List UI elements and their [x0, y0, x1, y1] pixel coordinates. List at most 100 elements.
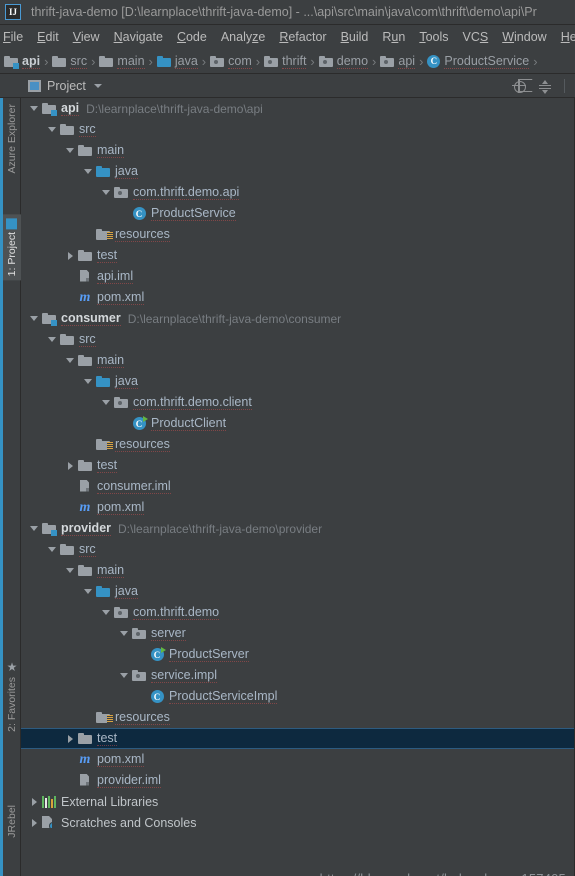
collapse-all-icon[interactable]	[538, 79, 552, 94]
breadcrumb-item-api[interactable]: api	[380, 54, 416, 69]
chevron-down-icon[interactable]	[63, 350, 77, 371]
chevron-down-icon[interactable]	[117, 665, 131, 686]
tree-row[interactable]: test	[21, 245, 574, 266]
chevron-down-icon[interactable]	[99, 602, 113, 623]
menu-edit[interactable]: Edit	[30, 28, 66, 46]
menu-navigate[interactable]: Navigate	[107, 28, 170, 46]
tree-row[interactable]: com.thrift.demo.api	[21, 182, 574, 203]
breadcrumb-item-java[interactable]: java	[156, 54, 198, 69]
stripe-button-1-project[interactable]: 1: Project	[3, 214, 21, 281]
tree-row[interactable]: C ProductService	[21, 203, 574, 224]
chevron-down-icon[interactable]	[45, 539, 59, 560]
chevron-down-icon[interactable]	[63, 140, 77, 161]
tree-row-label: service.impl	[151, 668, 217, 683]
chevron-down-icon[interactable]	[27, 308, 41, 329]
tree-row[interactable]: resources	[21, 434, 574, 455]
menu-refactor[interactable]: Refactor	[272, 28, 333, 46]
folder-icon	[99, 55, 114, 67]
breadcrumb-item-main[interactable]: main	[99, 53, 145, 69]
tree-row[interactable]: resources	[21, 224, 574, 245]
chevron-down-icon[interactable]	[45, 119, 59, 140]
chevron-right-icon[interactable]	[27, 812, 41, 833]
tree-row[interactable]: com.thrift.demo	[21, 602, 574, 623]
project-stripe-icon	[6, 218, 18, 230]
breadcrumb-item-productservice[interactable]: C ProductService	[427, 54, 530, 69]
menu-tools[interactable]: Tools	[412, 28, 455, 46]
breadcrumb-label: main	[117, 53, 145, 69]
chevron-right-icon[interactable]	[27, 791, 41, 812]
tree-row[interactable]: provider D:\learnplace\thrift-java-demo\p…	[21, 518, 574, 539]
tree-arrow-placeholder	[135, 644, 149, 665]
menu-window[interactable]: Window	[495, 28, 553, 46]
chevron-down-icon[interactable]	[99, 392, 113, 413]
tree-row[interactable]: Scratches and Consoles	[21, 812, 574, 833]
tree-row-path: D:\learnplace\thrift-java-demo\consumer	[127, 311, 342, 326]
tree-arrow-placeholder	[63, 749, 77, 770]
tree-row[interactable]: provider.iml	[21, 770, 574, 791]
menu-run[interactable]: Run	[375, 28, 412, 46]
tree-row[interactable]: External Libraries	[21, 791, 574, 812]
breadcrumb-item-demo[interactable]: demo	[318, 54, 369, 69]
chevron-down-icon[interactable]	[81, 371, 95, 392]
chevron-down-icon[interactable]	[63, 560, 77, 581]
tree-row[interactable]: main	[21, 140, 574, 161]
tree-row[interactable]: src	[21, 119, 574, 140]
tree-row[interactable]: C ProductServer	[21, 644, 574, 665]
external-libraries-icon	[42, 795, 56, 808]
stripe-button-jrebel[interactable]: JRebel	[3, 801, 21, 842]
tree-row[interactable]: C ProductClient	[21, 413, 574, 434]
tree-row[interactable]: resources	[21, 707, 574, 728]
tree-row-label: com.thrift.demo	[133, 605, 220, 620]
project-view-selector[interactable]: Project	[28, 79, 102, 93]
tree-row[interactable]: m pom.xml	[21, 287, 574, 308]
tree-row[interactable]: src	[21, 329, 574, 350]
tree-row-selected[interactable]: test	[21, 728, 574, 749]
tree-row[interactable]: m pom.xml	[21, 749, 574, 770]
menu-view[interactable]: View	[66, 28, 107, 46]
chevron-down-icon[interactable]	[81, 581, 95, 602]
chevron-right-icon[interactable]	[63, 728, 77, 749]
tree-row[interactable]: main	[21, 350, 574, 371]
tree-row[interactable]: main	[21, 560, 574, 581]
tree-row[interactable]: test	[21, 455, 574, 476]
breadcrumb-item-thrift[interactable]: thrift	[264, 54, 307, 69]
breadcrumb-item-com[interactable]: com	[210, 54, 252, 69]
chevron-down-icon[interactable]	[27, 98, 41, 119]
menu-vcs[interactable]: VCS	[456, 28, 496, 46]
package-icon	[380, 55, 395, 67]
chevron-down-icon[interactable]	[27, 518, 41, 539]
project-tree[interactable]: api D:\learnplace\thrift-java-demo\api src…	[21, 98, 575, 876]
chevron-right-icon[interactable]	[63, 455, 77, 476]
tree-row[interactable]: consumer D:\learnplace\thrift-java-demo\c…	[21, 308, 574, 329]
iml-file-icon	[79, 479, 91, 494]
select-opened-file-icon[interactable]	[512, 78, 526, 93]
tree-row[interactable]: java	[21, 371, 574, 392]
menu-code[interactable]: Code	[170, 28, 214, 46]
breadcrumb-item-src[interactable]: src	[52, 54, 88, 69]
tree-row[interactable]: service.impl	[21, 665, 574, 686]
chevron-down-icon[interactable]	[81, 161, 95, 182]
tree-row[interactable]: server	[21, 623, 574, 644]
tree-row[interactable]: api.iml	[21, 266, 574, 287]
menu-file[interactable]: File	[0, 28, 30, 46]
tree-row[interactable]: api D:\learnplace\thrift-java-demo\api	[21, 98, 574, 119]
menu-analyze[interactable]: Analyze	[214, 28, 272, 46]
menu-build[interactable]: Build	[334, 28, 376, 46]
breadcrumb-item-api[interactable]: api	[4, 54, 41, 69]
chevron-down-icon[interactable]	[93, 83, 102, 88]
tree-row[interactable]: consumer.iml	[21, 476, 574, 497]
tree-row[interactable]: src	[21, 539, 574, 560]
tree-row[interactable]: com.thrift.demo.client	[21, 392, 574, 413]
chevron-down-icon[interactable]	[99, 182, 113, 203]
tree-row[interactable]: java	[21, 161, 574, 182]
chevron-down-icon[interactable]	[117, 623, 131, 644]
tree-row[interactable]: C ProductServiceImpl	[21, 686, 574, 707]
stripe-button-2-favorites[interactable]: 2: Favorites ★	[3, 656, 21, 736]
chevron-down-icon[interactable]	[45, 329, 59, 350]
tree-row[interactable]: java	[21, 581, 574, 602]
tree-row[interactable]: m pom.xml	[21, 497, 574, 518]
chevron-right-icon[interactable]	[63, 245, 77, 266]
tree-row-label: com.thrift.demo.client	[133, 395, 252, 410]
stripe-button-azure-explorer[interactable]: Azure Explorer	[3, 100, 21, 177]
menu-help[interactable]: Help	[554, 28, 575, 46]
